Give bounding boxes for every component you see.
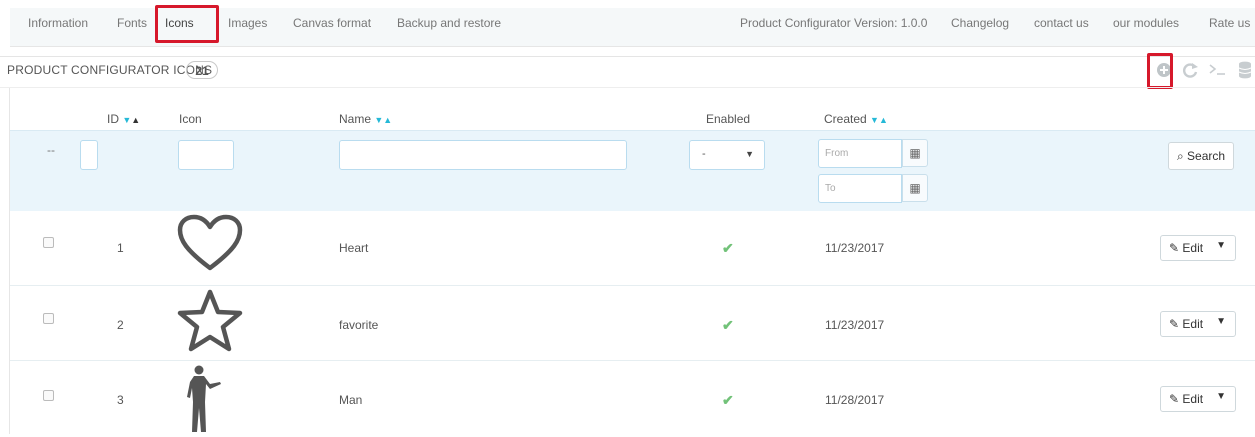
star-icon bbox=[176, 288, 244, 357]
row-id: 1 bbox=[117, 241, 124, 255]
sql-query-icon[interactable] bbox=[1208, 61, 1228, 81]
filter-name-input[interactable] bbox=[339, 140, 627, 170]
row-id: 3 bbox=[117, 393, 124, 407]
row-checkbox[interactable] bbox=[43, 237, 54, 248]
row-created: 11/28/2017 bbox=[825, 393, 885, 407]
nav-our-modules[interactable]: our modules bbox=[1113, 16, 1179, 30]
nav-contact-us[interactable]: contact us bbox=[1034, 16, 1089, 30]
edit-button[interactable]: ✎ Edit ▼ bbox=[1160, 311, 1236, 337]
database-icon[interactable] bbox=[1238, 61, 1252, 82]
nav-canvas-format[interactable]: Canvas format bbox=[293, 16, 371, 30]
row-created: 11/23/2017 bbox=[825, 241, 885, 255]
refresh-icon[interactable] bbox=[1181, 62, 1199, 81]
panel-title: PRODUCT CONFIGURATOR ICONS bbox=[7, 63, 213, 77]
calendar-icon[interactable]: ▦ bbox=[902, 174, 928, 202]
row-name: Heart bbox=[339, 241, 369, 255]
caret-down-icon[interactable]: ▼ bbox=[1216, 316, 1226, 327]
filter-enabled-select[interactable]: - ▼ bbox=[689, 140, 765, 170]
sort-asc-icon[interactable]: ▲ bbox=[131, 115, 140, 125]
search-button-label: Search bbox=[1187, 149, 1226, 163]
date-to-placeholder: To bbox=[825, 183, 836, 194]
header-id-label: ID bbox=[107, 112, 119, 126]
edit-label: Edit bbox=[1182, 241, 1204, 255]
edit-button[interactable]: ✎ Edit ▼ bbox=[1160, 235, 1236, 261]
edit-label: Edit bbox=[1182, 392, 1204, 406]
icon-count-badge: 21 bbox=[186, 61, 218, 79]
nav-information[interactable]: Information bbox=[28, 16, 88, 30]
row-name: favorite bbox=[339, 318, 379, 332]
enabled-check-icon[interactable]: ✔ bbox=[722, 240, 734, 257]
nav-fonts[interactable]: Fonts bbox=[117, 16, 147, 30]
header-created[interactable]: Created ▼▲ bbox=[824, 112, 888, 126]
nav-version: Product Configurator Version: 1.0.0 bbox=[740, 16, 928, 30]
chevron-down-icon: ▼ bbox=[745, 149, 754, 159]
filter-date-from-input[interactable]: From bbox=[818, 139, 902, 168]
man-icon bbox=[186, 364, 226, 437]
filter-enabled-value: - bbox=[702, 148, 706, 160]
edit-label: Edit bbox=[1182, 317, 1204, 331]
header-created-label: Created bbox=[824, 112, 867, 126]
sort-desc-icon[interactable]: ▼ bbox=[122, 115, 131, 125]
filter-id-input[interactable] bbox=[80, 140, 98, 170]
header-icon: Icon bbox=[179, 112, 202, 126]
nav-backup-and-restore[interactable]: Backup and restore bbox=[397, 16, 501, 30]
nav-images[interactable]: Images bbox=[228, 16, 267, 30]
nav-rate-us[interactable]: Rate us bbox=[1209, 16, 1250, 30]
enabled-check-icon[interactable]: ✔ bbox=[722, 392, 734, 409]
filter-dash: -- bbox=[47, 143, 55, 157]
heart-icon bbox=[176, 214, 244, 275]
nav-changelog[interactable]: Changelog bbox=[951, 16, 1009, 30]
search-button[interactable]: ⌕ Search bbox=[1168, 142, 1234, 170]
panel-header-divider bbox=[0, 87, 1255, 88]
date-from-placeholder: From bbox=[825, 148, 849, 159]
sort-desc-icon[interactable]: ▼▲ bbox=[870, 115, 888, 125]
caret-down-icon[interactable]: ▼ bbox=[1216, 240, 1226, 251]
header-id[interactable]: ID ▼▲ bbox=[107, 112, 140, 126]
header-name[interactable]: Name ▼▲ bbox=[339, 112, 392, 126]
filter-icon-input[interactable] bbox=[178, 140, 234, 170]
enabled-check-icon[interactable]: ✔ bbox=[722, 317, 734, 334]
sort-desc-icon[interactable]: ▼▲ bbox=[374, 115, 392, 125]
icons-tab-highlight bbox=[155, 5, 219, 43]
row-name: Man bbox=[339, 393, 363, 407]
pencil-icon: ✎ bbox=[1169, 241, 1180, 255]
pencil-icon: ✎ bbox=[1169, 392, 1180, 406]
row-checkbox[interactable] bbox=[43, 390, 54, 401]
header-name-label: Name bbox=[339, 112, 372, 126]
add-button-highlight bbox=[1147, 53, 1173, 89]
row-id: 2 bbox=[117, 318, 124, 332]
caret-down-icon[interactable]: ▼ bbox=[1216, 391, 1226, 402]
pencil-icon: ✎ bbox=[1169, 317, 1180, 331]
header-enabled: Enabled bbox=[706, 112, 751, 126]
row-checkbox[interactable] bbox=[43, 313, 54, 324]
filter-date-to-input[interactable]: To bbox=[818, 174, 902, 203]
search-icon: ⌕ bbox=[1176, 149, 1184, 163]
edit-button[interactable]: ✎ Edit ▼ bbox=[1160, 386, 1236, 412]
row-created: 11/23/2017 bbox=[825, 318, 885, 332]
calendar-icon[interactable]: ▦ bbox=[902, 139, 928, 167]
